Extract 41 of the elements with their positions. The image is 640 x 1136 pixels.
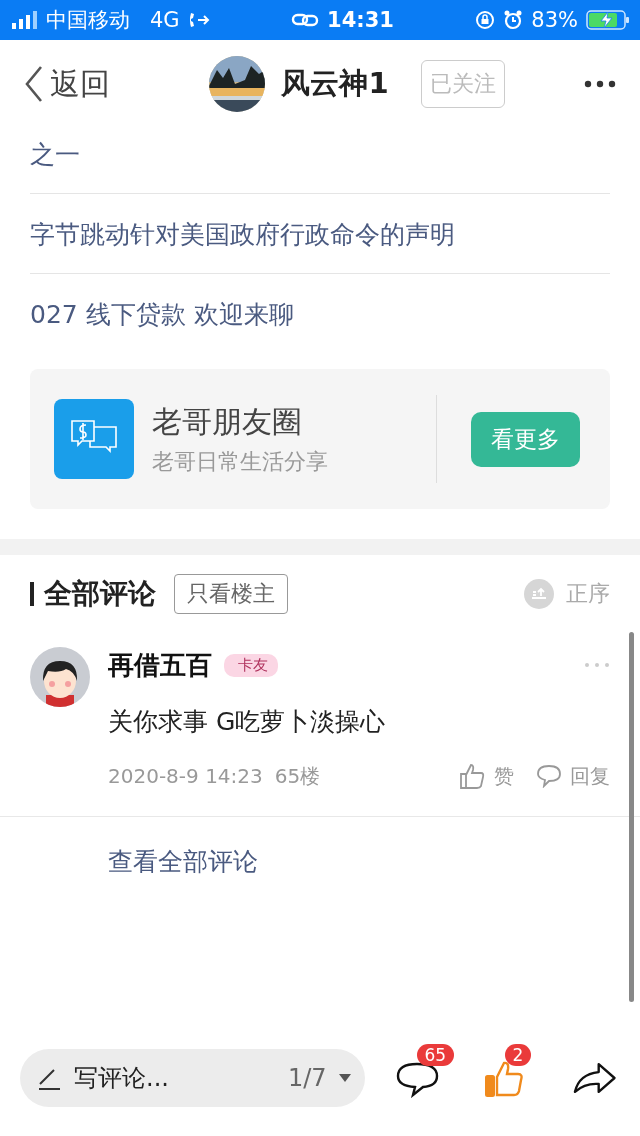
reply-button[interactable]: 回复: [536, 762, 610, 790]
signal-icon: [12, 11, 38, 29]
floor-number: 65楼: [274, 762, 321, 790]
chat-money-icon: [54, 399, 134, 479]
section-marker: [30, 582, 34, 606]
comment-text: 关你求事 G吃萝卜淡操心: [108, 706, 387, 738]
user-name[interactable]: 再借五百: [108, 647, 212, 683]
like-count-badge: 2: [504, 1044, 532, 1066]
related-link[interactable]: 027 线下贷款 欢迎来聊: [30, 274, 610, 353]
thumbs-up-icon: [458, 762, 486, 790]
card-subtitle: 老哥日常生活分享: [152, 447, 329, 476]
back-button[interactable]: 返回: [24, 63, 110, 105]
user-avatar[interactable]: [30, 647, 90, 707]
like-button[interactable]: 2: [482, 1044, 541, 1098]
section-title: 全部评论: [44, 576, 156, 612]
alarm-icon: [503, 10, 524, 30]
phone-icon: [187, 11, 210, 29]
dropdown-caret-icon[interactable]: [338, 1074, 351, 1082]
rotation-lock-icon: [475, 10, 496, 30]
author-only-button[interactable]: 只看楼主: [174, 574, 288, 614]
author-name: 风云神1: [281, 65, 389, 102]
network-type: 4G: [150, 8, 180, 32]
user-badge: 卡友: [224, 653, 278, 677]
link-icon: [291, 12, 320, 28]
comment-input-field[interactable]: 写评论... 1/7: [20, 1049, 365, 1107]
clock-time: 14:31: [327, 8, 394, 32]
comment-time: 2020-8-9 14:23: [108, 764, 263, 788]
chevron-left-icon: [24, 65, 44, 103]
carrier-name: 中国移动: [46, 7, 130, 34]
related-link[interactable]: 之一: [30, 128, 610, 194]
sort-icon: [524, 579, 554, 609]
comments-button[interactable]: 65: [394, 1044, 453, 1098]
comment-count-badge: 65: [416, 1044, 455, 1066]
card-title: 老哥朋友圈: [152, 402, 303, 441]
related-link[interactable]: 字节跳动针对美国政府行政命令的声明: [30, 194, 610, 274]
view-all-comments-link[interactable]: 查看全部评论: [0, 817, 640, 878]
like-button[interactable]: 赞: [458, 762, 514, 790]
speech-bubble-icon: [536, 764, 562, 788]
page-indicator[interactable]: 1/7: [287, 1064, 327, 1092]
battery-percent: 83%: [531, 8, 578, 32]
more-icon[interactable]: [584, 80, 616, 88]
